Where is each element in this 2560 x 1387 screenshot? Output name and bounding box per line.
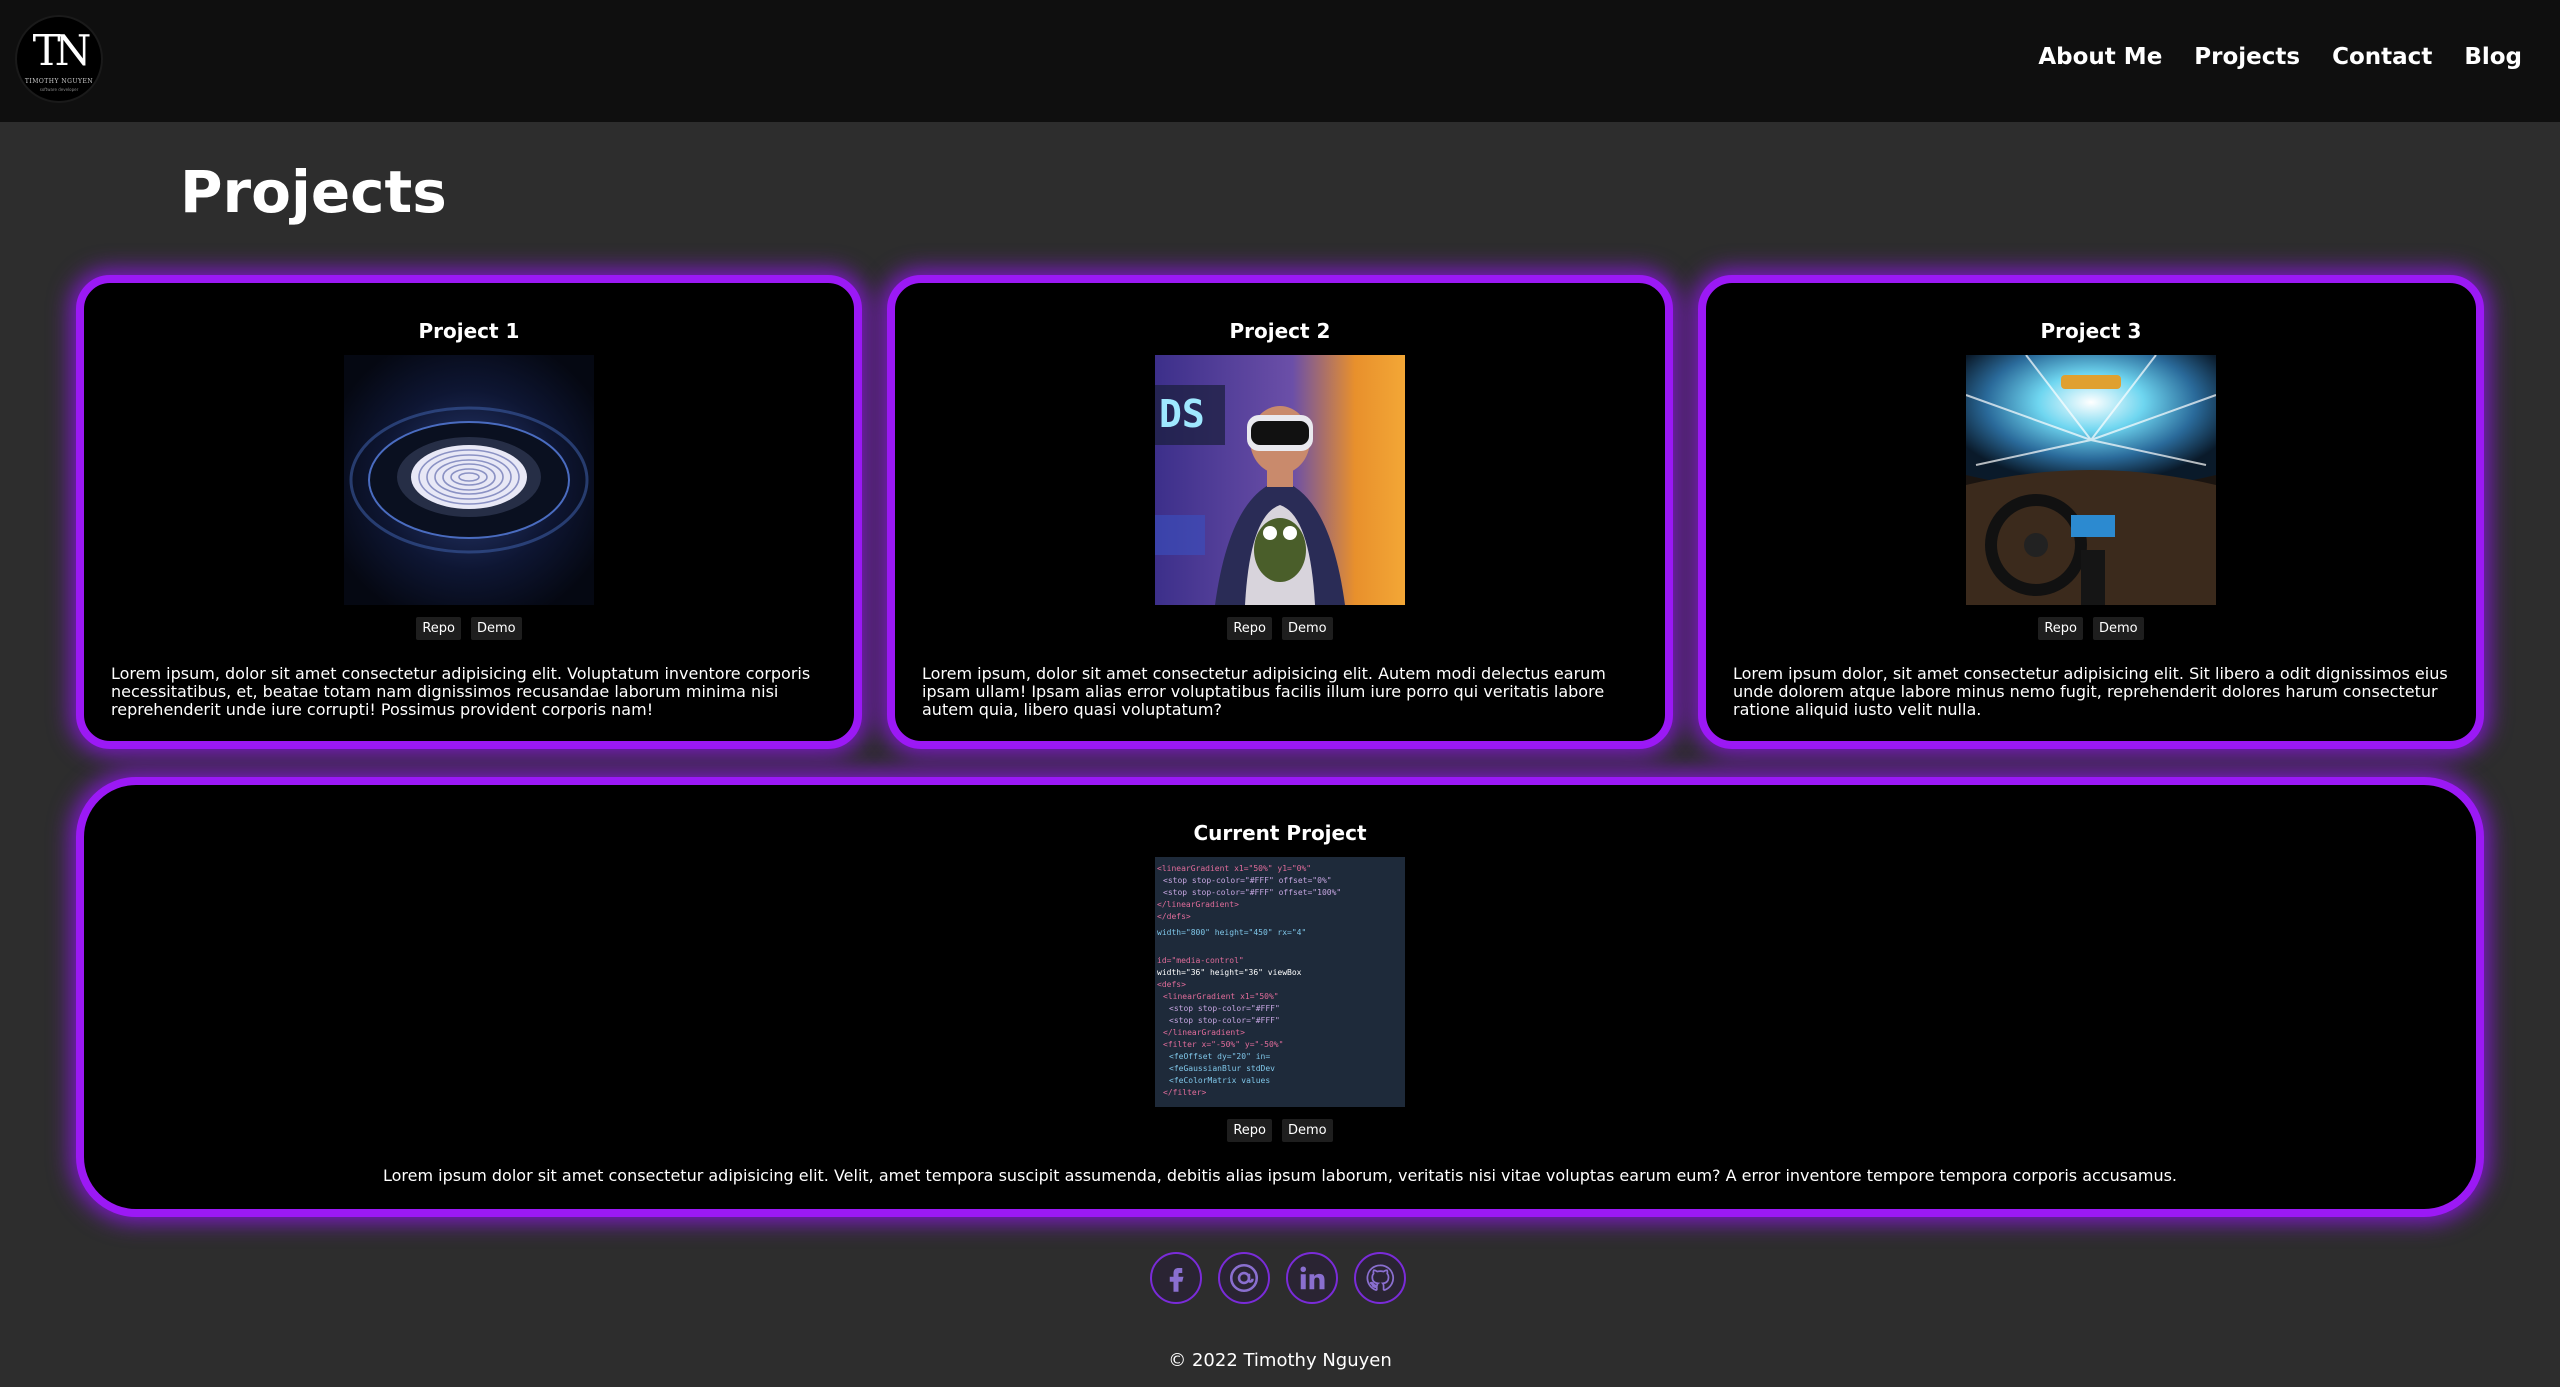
social-links	[1150, 1252, 1406, 1304]
email-link[interactable]	[1218, 1252, 1270, 1304]
demo-button[interactable]: Demo	[1282, 1119, 1333, 1142]
project-card-1: Project 1 Repo Demo Lorem ipsum, dolor s…	[76, 275, 862, 749]
facebook-icon	[1169, 1268, 1184, 1292]
svg-text:<linearGradient x1="50%": <linearGradient x1="50%"	[1163, 992, 1279, 1001]
svg-text:<feOffset dy="20" in=: <feOffset dy="20" in=	[1169, 1052, 1270, 1061]
project-links: Repo Demo	[84, 1119, 2476, 1142]
svg-text:</linearGradient>: </linearGradient>	[1157, 900, 1239, 909]
code-screen-image: <linearGradient x1="50%" y1="0%" <stop s…	[1155, 857, 1405, 1107]
nav-projects[interactable]: Projects	[2194, 44, 2300, 70]
svg-text:width="36" height="36" viewBox: width="36" height="36" viewBox	[1157, 968, 1302, 977]
vr-headset-person-image: DS	[1155, 355, 1405, 605]
project-title: Project 3	[2040, 319, 2142, 343]
nav-about-me[interactable]: About Me	[2038, 44, 2162, 70]
current-project-card: Current Project <linearGradient x1="50%"…	[76, 777, 2484, 1217]
svg-text:</defs>: </defs>	[1157, 912, 1191, 921]
svg-text:id="media-control": id="media-control"	[1157, 956, 1244, 965]
repo-button[interactable]: Repo	[1227, 617, 1272, 640]
footer-copyright: © 2022 Timothy Nguyen	[1168, 1350, 1392, 1371]
svg-text:<feGaussianBlur stdDev: <feGaussianBlur stdDev	[1169, 1064, 1275, 1073]
linkedin-link[interactable]	[1286, 1252, 1338, 1304]
project-links: Repo Demo	[1706, 617, 2476, 640]
project-title: Project 2	[1229, 319, 1331, 343]
github-link[interactable]	[1354, 1252, 1406, 1304]
linkedin-icon	[1300, 1266, 1325, 1290]
svg-text:<stop stop-color="#FFF": <stop stop-color="#FFF"	[1169, 1016, 1280, 1025]
project-card-3: Project 3 Repo Demo Lorem ipsum dolor, s…	[1698, 275, 2484, 749]
nav-contact[interactable]: Contact	[2332, 44, 2432, 70]
project-description: Lorem ipsum, dolor sit amet consectetur …	[111, 664, 811, 719]
project-links: Repo Demo	[895, 617, 1665, 640]
project-card-2: Project 2 DS Repo Demo Lorem ipsum, dolo…	[887, 275, 1673, 749]
svg-text:<feColorMatrix values: <feColorMatrix values	[1169, 1076, 1270, 1085]
project-title: Project 1	[418, 319, 520, 343]
project-links: Repo Demo	[84, 617, 854, 640]
site-header: TN TIMOTHY NGUYEN software developer Abo…	[0, 0, 2560, 122]
repo-button[interactable]: Repo	[1227, 1119, 1272, 1142]
svg-text:<stop stop-color="#FFF": <stop stop-color="#FFF"	[1169, 1004, 1280, 1013]
logo-monogram: TN	[32, 26, 92, 75]
svg-text:</linearGradient>: </linearGradient>	[1163, 1028, 1245, 1037]
svg-text:<defs>: <defs>	[1157, 980, 1186, 989]
svg-text:width="800" height="450" rx="4: width="800" height="450" rx="4"	[1157, 928, 1306, 937]
demo-button[interactable]: Demo	[1282, 617, 1333, 640]
main-nav: About Me Projects Contact Blog	[2038, 44, 2522, 70]
logo-name: TIMOTHY NGUYEN	[24, 78, 94, 85]
car-interior-hyperspeed-image	[1966, 355, 2216, 605]
email-at-icon	[1229, 1263, 1259, 1293]
facebook-link[interactable]	[1150, 1252, 1202, 1304]
nav-blog[interactable]: Blog	[2464, 44, 2522, 70]
svg-text:<stop stop-color="#FFF" offset: <stop stop-color="#FFF" offset="100%"	[1163, 888, 1341, 897]
project-description: Lorem ipsum dolor, sit amet consectetur …	[1733, 664, 2448, 719]
github-icon	[1366, 1264, 1395, 1291]
svg-text:<filter x="-50%" y="-50%": <filter x="-50%" y="-50%"	[1163, 1040, 1283, 1049]
repo-button[interactable]: Repo	[2038, 617, 2083, 640]
svg-text:DS: DS	[1159, 392, 1205, 436]
demo-button[interactable]: Demo	[2093, 617, 2144, 640]
logo-subtitle: software developer	[39, 87, 79, 92]
current-project-description: Lorem ipsum dolor sit amet consectetur a…	[382, 1166, 2178, 1185]
site-logo[interactable]: TN TIMOTHY NGUYEN software developer	[15, 15, 103, 103]
repo-button[interactable]: Repo	[416, 617, 461, 640]
svg-text:</filter>: </filter>	[1163, 1088, 1207, 1097]
demo-button[interactable]: Demo	[471, 617, 522, 640]
svg-text:<linearGradient x1="50%" y1="0: <linearGradient x1="50%" y1="0%"	[1157, 864, 1311, 873]
page-title: Projects	[180, 158, 447, 226]
current-project-title: Current Project	[1193, 821, 1367, 845]
project-description: Lorem ipsum, dolor sit amet consectetur …	[922, 664, 1606, 719]
svg-text:<stop stop-color="#FFF" offset: <stop stop-color="#FFF" offset="0%"	[1163, 876, 1332, 885]
fingerprint-scanner-image	[344, 355, 594, 605]
